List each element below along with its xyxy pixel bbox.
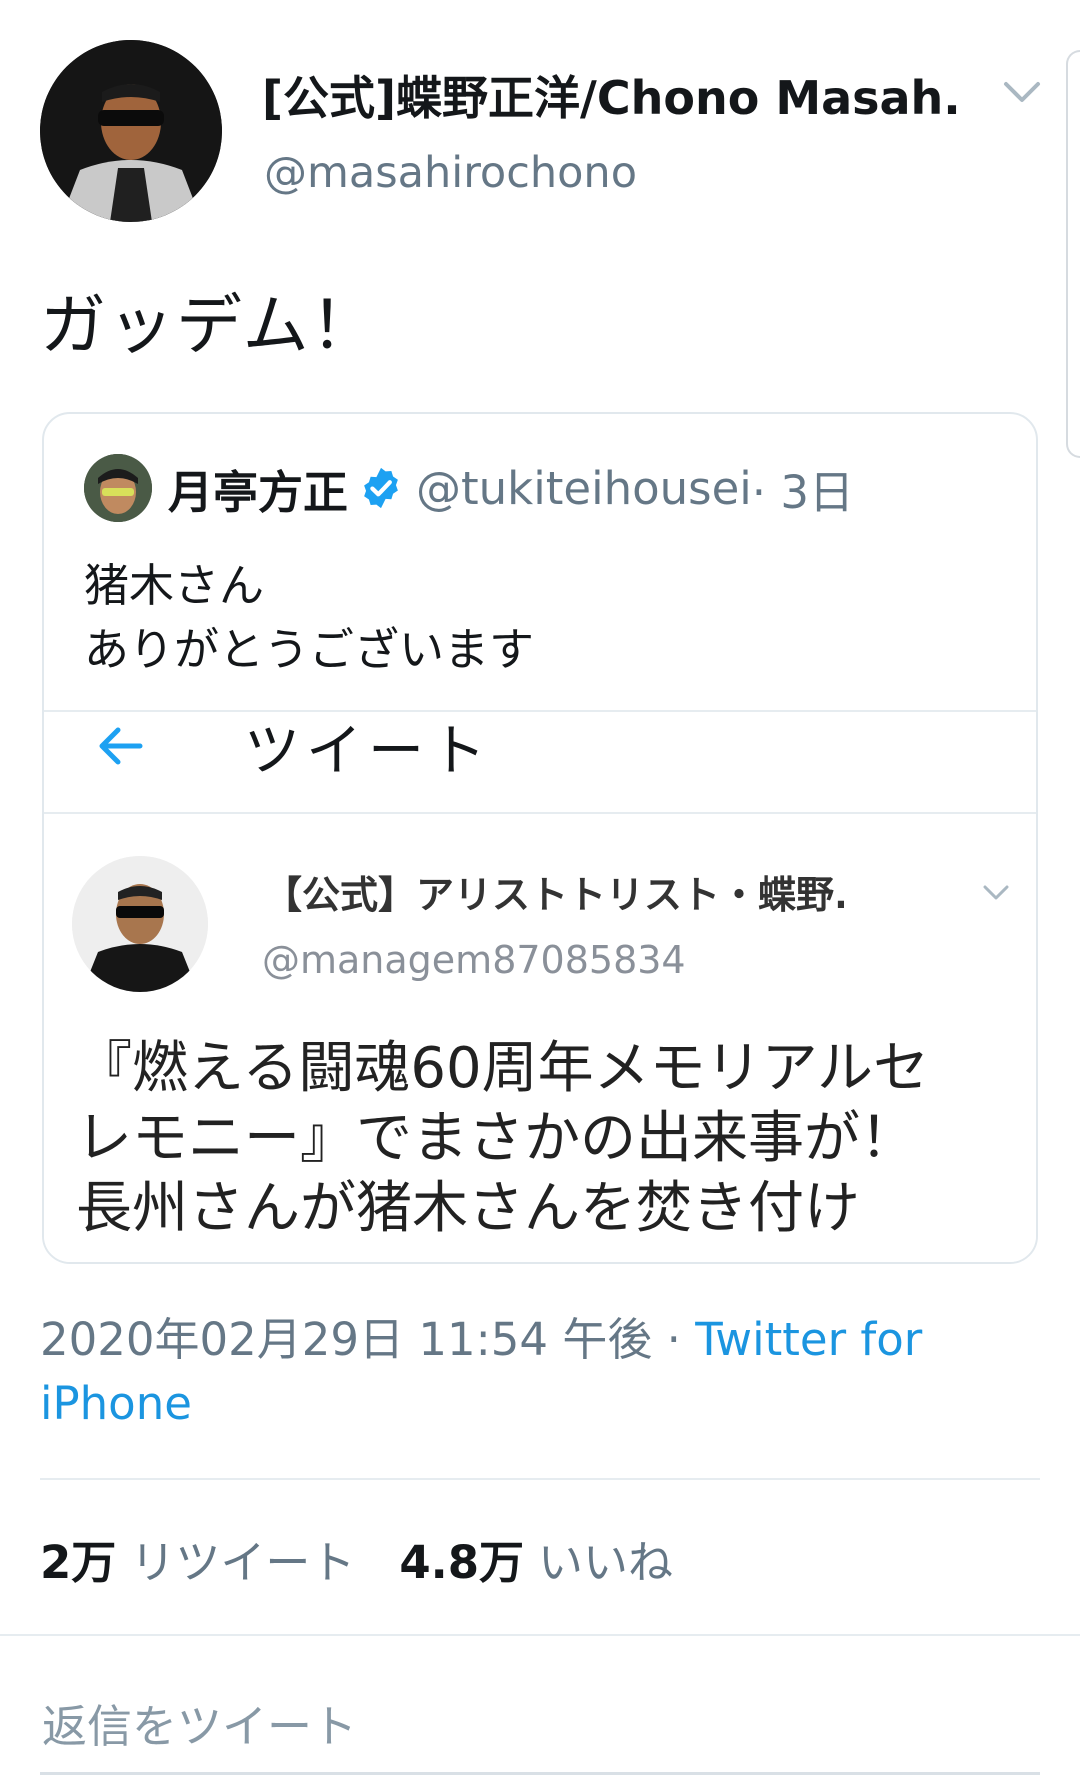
quoted-tweet-card[interactable]: 月亭方正 @tukiteihousei · 3日 猪木さん ありがとうございます… <box>42 412 1038 1264</box>
attached-screenshot-image[interactable]: ツイート 【公式】アリストトリスト・蝶野... @managem87085834… <box>44 710 1036 1262</box>
screenshot-avatar <box>72 856 208 992</box>
verified-badge-icon <box>364 467 398 509</box>
screenshot-text-line: 『燃える闘魂60周年メモリアルセ <box>76 1036 930 1101</box>
likes-label[interactable]: いいね <box>538 1526 673 1591</box>
reply-input[interactable]: 返信をツイート <box>42 1690 357 1755</box>
divider <box>40 1478 1040 1480</box>
quoted-tweet-line: ありがとうございます <box>84 623 535 676</box>
screenshot-title: ツイート <box>244 719 492 784</box>
back-arrow-icon <box>99 727 143 765</box>
chevron-down-icon <box>983 885 1009 900</box>
author-photo <box>40 40 222 222</box>
scroll-edge <box>1066 50 1080 458</box>
screenshot-tweet-text: 『燃える闘魂60周年メモリアルセ レモニー』でまさかの出来事が！ 長州さんが猪木… <box>76 1034 1016 1244</box>
author-name[interactable]: [公式]蝶野正洋/Chono Masah... <box>262 62 962 128</box>
reply-composer[interactable]: 返信をツイート <box>0 1634 1080 1790</box>
quoted-tweet-line: 猪木さん <box>84 559 265 612</box>
quoted-tweet-header: 月亭方正 @tukiteihousei · 3日 <box>168 454 854 522</box>
chevron-down-icon[interactable] <box>1000 70 1044 114</box>
tweet-detail-page: [公式]蝶野正洋/Chono Masah... @masahirochono ガ… <box>0 0 1080 1790</box>
tweet-datetime: 2020年02月29日 11:54 午後 · <box>40 1313 696 1366</box>
likes-count[interactable]: 4.8万 <box>399 1526 524 1591</box>
retweets-label[interactable]: リツイート <box>130 1526 355 1591</box>
author-avatar[interactable] <box>40 40 222 222</box>
screenshot-author-name: 【公式】アリストトリスト・蝶野... <box>264 873 844 917</box>
screenshot-author-handle: @managem87085834 <box>262 938 686 982</box>
reply-underline <box>40 1772 1040 1775</box>
author-handle[interactable]: @masahirochono <box>264 148 637 198</box>
screenshot-text-line: レモニー』でまさかの出来事が！ <box>76 1106 916 1171</box>
tweet-meta: 2020年02月29日 11:54 午後 · Twitter for iPhon… <box>40 1308 1020 1436</box>
tweet-stats: 2万 リツイート 4.8万 いいね <box>40 1526 673 1591</box>
quoted-tweet-text: 猪木さん ありがとうございます <box>84 554 534 682</box>
quoted-author-name[interactable]: 月亭方正 <box>168 456 348 521</box>
screenshot-text-line: 長州さんが猪木さんを焚き付け <box>76 1176 860 1241</box>
quoted-author-handle[interactable]: @tukiteihousei <box>416 462 752 515</box>
screenshot-topbar: ツイート <box>44 712 1036 814</box>
tweet-text: ガッデム！ <box>40 287 379 364</box>
screenshot-avatar-photo <box>72 856 208 992</box>
quoted-tweet-time: · 3日 <box>751 465 855 519</box>
quoted-author-avatar[interactable] <box>84 454 152 522</box>
quoted-author-photo <box>84 454 152 522</box>
retweets-count[interactable]: 2万 <box>40 1526 116 1591</box>
